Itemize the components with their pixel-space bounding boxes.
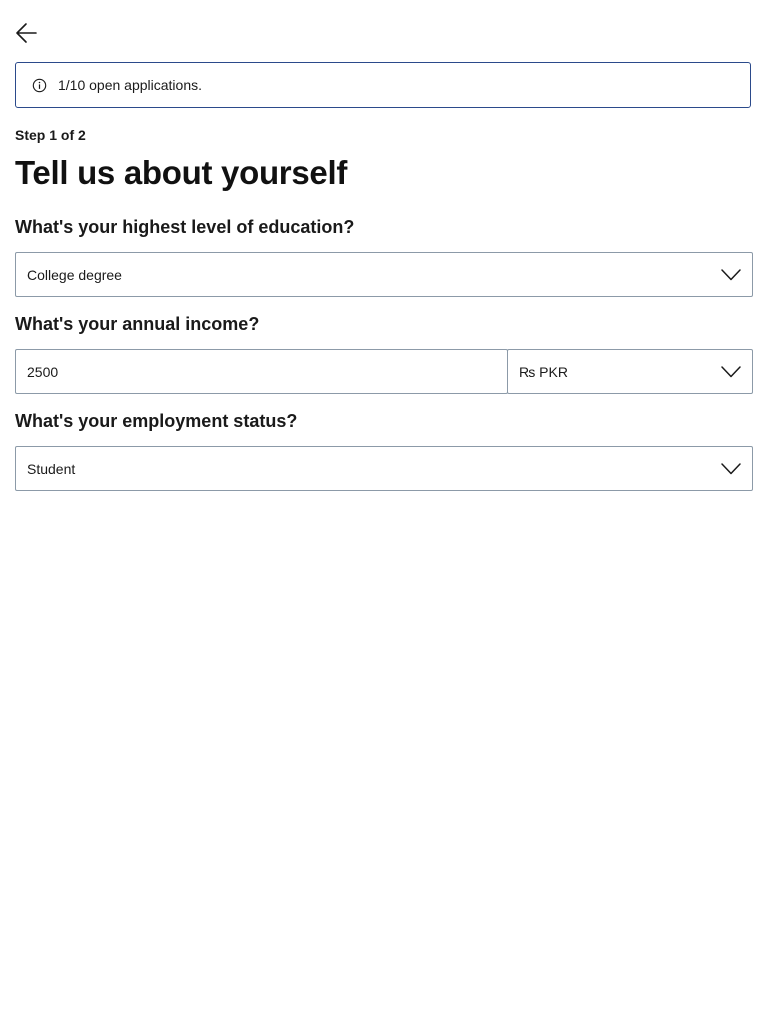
- income-question-label: What's your annual income?: [15, 314, 260, 334]
- chevron-down-icon: [720, 462, 742, 476]
- income-amount-input[interactable]: [27, 363, 507, 380]
- page-title: Tell us about yourself: [15, 154, 348, 191]
- info-banner-text: 1/10 open applications.: [58, 77, 202, 93]
- employment-question-label: What's your employment status?: [15, 411, 298, 431]
- income-amount-field[interactable]: [15, 349, 508, 394]
- education-question-label: What's your highest level of education?: [15, 217, 355, 237]
- back-button[interactable]: [14, 22, 40, 48]
- currency-select[interactable]: ₨ PKR: [507, 349, 753, 394]
- step-indicator: Step 1 of 2: [15, 127, 86, 143]
- education-selected-value: College degree: [27, 266, 122, 283]
- currency-selected-value: ₨ PKR: [519, 363, 568, 380]
- info-icon: [31, 77, 47, 93]
- employment-select[interactable]: Student: [15, 446, 753, 491]
- chevron-down-icon: [720, 268, 742, 282]
- arrow-left-icon: [15, 21, 39, 50]
- employment-selected-value: Student: [27, 460, 76, 477]
- info-banner: 1/10 open applications.: [15, 62, 751, 108]
- education-select[interactable]: College degree: [15, 252, 753, 297]
- chevron-down-icon: [720, 365, 742, 379]
